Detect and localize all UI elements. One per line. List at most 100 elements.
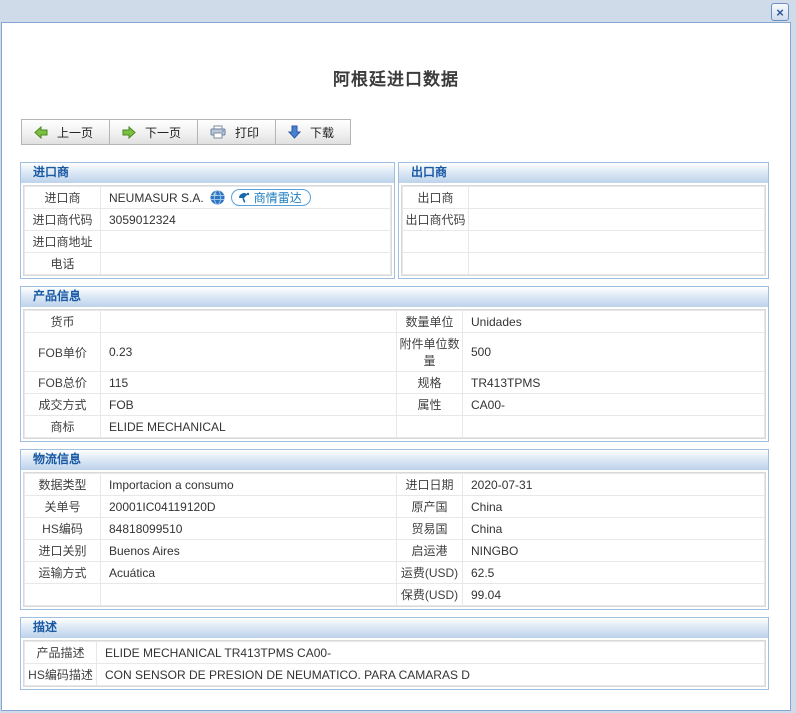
field-label: 商标 [25, 416, 101, 438]
printer-icon [210, 125, 226, 139]
field-label [25, 584, 101, 606]
field-label: HS编码描述 [25, 664, 97, 686]
field-value: China [463, 518, 765, 540]
table-row: 电话 [25, 253, 391, 275]
toolbar: 上一页 下一页 打印 下载 [21, 119, 790, 145]
field-value: Unidades [463, 311, 765, 333]
field-value: NINGBO [463, 540, 765, 562]
arrow-down-icon [288, 125, 301, 139]
table-row: FOB总价 115 规格 TR413TPMS [25, 372, 765, 394]
next-page-button[interactable]: 下一页 [109, 119, 198, 145]
section-product-title: 产品信息 [21, 287, 768, 307]
table-row: 出口商 [403, 187, 765, 209]
table-row: 出口商代码 [403, 209, 765, 231]
close-button[interactable]: × [771, 3, 789, 21]
field-value: FOB [101, 394, 397, 416]
table-row: 货币 数量单位 Unidades [25, 311, 765, 333]
table-row: 商标 ELIDE MECHANICAL [25, 416, 765, 438]
field-value: China [463, 496, 765, 518]
field-value: 99.04 [463, 584, 765, 606]
field-value [101, 231, 391, 253]
table-row [403, 253, 765, 275]
field-value: 3059012324 [101, 209, 391, 231]
field-value: ELIDE MECHANICAL TR413TPMS CA00- [97, 642, 765, 664]
field-label: 进口商 [25, 187, 101, 209]
section-exporter-title: 出口商 [399, 163, 768, 183]
field-value: ELIDE MECHANICAL [101, 416, 397, 438]
table-row: 关单号 20001IC04119120D 原产国 China [25, 496, 765, 518]
field-label [397, 416, 463, 438]
table-row: FOB单价 0.23 附件单位数量 500 [25, 333, 765, 372]
print-button[interactable]: 打印 [197, 119, 276, 145]
section-description-title: 描述 [21, 618, 768, 638]
table-row: 数据类型 Importacion a consumo 进口日期 2020-07-… [25, 474, 765, 496]
field-label [403, 253, 469, 275]
table-row: 成交方式 FOB 属性 CA00- [25, 394, 765, 416]
prev-page-label: 上一页 [57, 124, 93, 141]
field-value: CON SENSOR DE PRESION DE NEUMATICO. PARA… [97, 664, 765, 686]
page-title: 阿根廷进口数据 [20, 65, 772, 90]
field-label: 贸易国 [397, 518, 463, 540]
table-row: 进口商 NEUMASUR S.A. [25, 187, 391, 209]
section-importer: 进口商 进口商 NEUMASUR S.A. [20, 162, 395, 279]
field-label: 出口商 [403, 187, 469, 209]
field-label: FOB总价 [25, 372, 101, 394]
business-radar-badge[interactable]: 商情雷达 [231, 189, 311, 206]
table-row: HS编码 84818099510 贸易国 China [25, 518, 765, 540]
field-value: 20001IC04119120D [101, 496, 397, 518]
field-value: Acuática [101, 562, 397, 584]
field-label: 数据类型 [25, 474, 101, 496]
table-row: 产品描述 ELIDE MECHANICAL TR413TPMS CA00- [25, 642, 765, 664]
table-row: 进口商代码 3059012324 [25, 209, 391, 231]
table-row: 进口关别 Buenos Aires 启运港 NINGBO [25, 540, 765, 562]
field-label: 电话 [25, 253, 101, 275]
dialog-panel: 阿根廷进口数据 上一页 下一页 打印 [1, 22, 791, 711]
globe-icon[interactable] [210, 190, 225, 205]
business-radar-label: 商情雷达 [254, 189, 302, 206]
table-row: HS编码描述 CON SENSOR DE PRESION DE NEUMATIC… [25, 664, 765, 686]
field-label: 数量单位 [397, 311, 463, 333]
table-row: 进口商地址 [25, 231, 391, 253]
field-label: 启运港 [397, 540, 463, 562]
field-value [101, 253, 391, 275]
download-button[interactable]: 下载 [275, 119, 351, 145]
field-value: 0.23 [101, 333, 397, 372]
field-label: 原产国 [397, 496, 463, 518]
field-value: Buenos Aires [101, 540, 397, 562]
field-label: 属性 [397, 394, 463, 416]
section-product-info: 产品信息 货币 数量单位 Unidades FOB单价 0.23 附件单位数量 … [20, 286, 769, 442]
section-logistics-title: 物流信息 [21, 450, 768, 470]
field-value [469, 253, 765, 275]
field-label: 进口日期 [397, 474, 463, 496]
field-label: 出口商代码 [403, 209, 469, 231]
field-value [469, 187, 765, 209]
field-label: 货币 [25, 311, 101, 333]
field-value [469, 231, 765, 253]
field-value: 84818099510 [101, 518, 397, 540]
field-value: 62.5 [463, 562, 765, 584]
arrow-right-icon [122, 126, 136, 139]
section-exporter: 出口商 出口商 出口商代码 [398, 162, 769, 279]
importer-name: NEUMASUR S.A. [109, 191, 204, 205]
field-value: 500 [463, 333, 765, 372]
print-label: 打印 [235, 124, 259, 141]
arrow-left-icon [34, 126, 48, 139]
field-label: 规格 [397, 372, 463, 394]
field-label: 产品描述 [25, 642, 97, 664]
field-value: 2020-07-31 [463, 474, 765, 496]
table-row: 保费(USD) 99.04 [25, 584, 765, 606]
field-label: 运输方式 [25, 562, 101, 584]
field-value: Importacion a consumo [101, 474, 397, 496]
section-description: 描述 产品描述 ELIDE MECHANICAL TR413TPMS CA00-… [20, 617, 769, 690]
field-label: 成交方式 [25, 394, 101, 416]
prev-page-button[interactable]: 上一页 [21, 119, 110, 145]
field-label: 运费(USD) [397, 562, 463, 584]
field-value [469, 209, 765, 231]
field-value [463, 416, 765, 438]
field-value [101, 584, 397, 606]
next-page-label: 下一页 [145, 124, 181, 141]
field-label: HS编码 [25, 518, 101, 540]
field-label: 关单号 [25, 496, 101, 518]
table-row [403, 231, 765, 253]
field-label: 保费(USD) [397, 584, 463, 606]
